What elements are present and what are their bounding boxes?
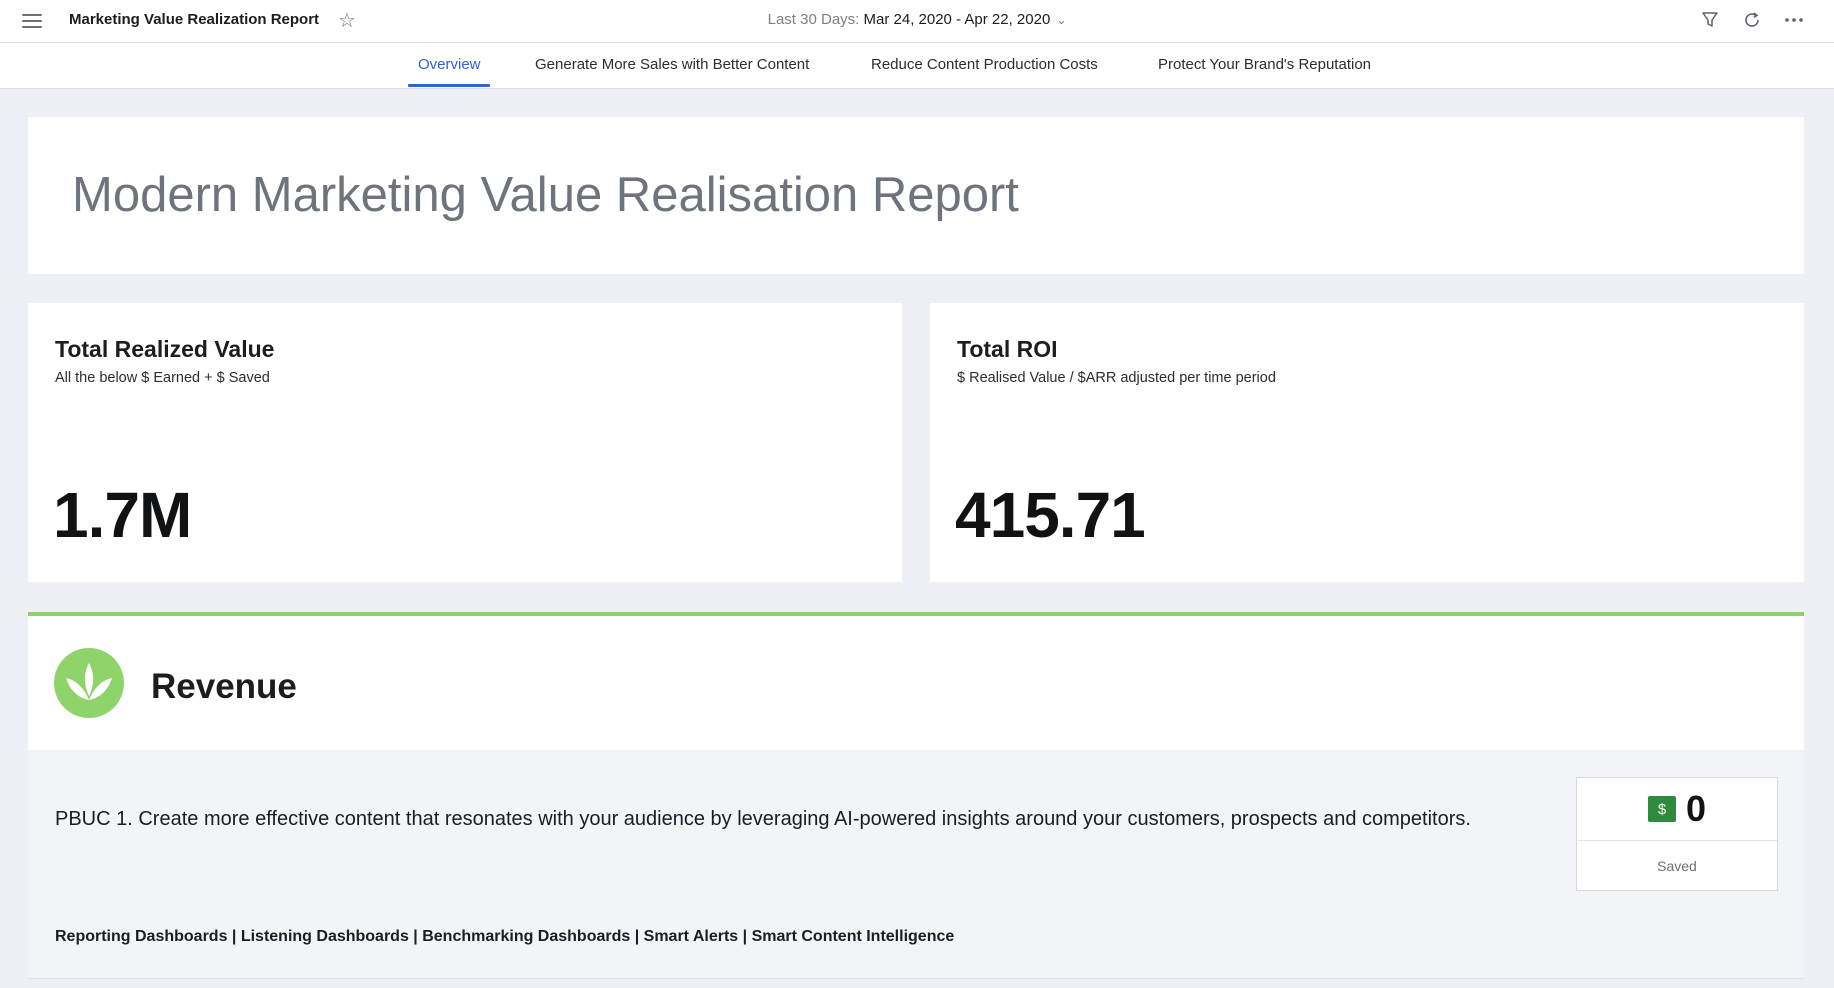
kpi-subtitle: $ Realised Value / $ARR adjusted per tim… <box>957 370 1276 386</box>
kpi-title: Total ROI <box>957 336 1058 362</box>
dollar-icon: $ <box>1647 796 1676 822</box>
tab-bar: Overview Generate More Sales with Better… <box>0 43 1834 89</box>
more-icon[interactable] <box>1784 8 1804 32</box>
tab-protect-brand[interactable]: Protect Your Brand's Reputation <box>1158 56 1371 73</box>
tab-overview[interactable]: Overview <box>418 56 481 73</box>
star-icon[interactable]: ☆ <box>338 8 356 33</box>
refresh-icon[interactable] <box>1742 8 1762 32</box>
page-title: Modern Marketing Value Realisation Repor… <box>72 168 1019 222</box>
section-title: Revenue <box>151 667 297 706</box>
filter-icon[interactable] <box>1700 8 1720 32</box>
top-bar: Marketing Value Realization Report ☆ Las… <box>0 0 1834 43</box>
pbuc-row: PBUC 1. Create more effective content th… <box>28 750 1804 979</box>
date-range-value: Mar 24, 2020 - Apr 22, 2020 <box>863 11 1051 28</box>
hero-card: Modern Marketing Value Realisation Repor… <box>28 117 1804 274</box>
tab-generate-more-sales[interactable]: Generate More Sales with Better Content <box>535 56 809 73</box>
revenue-section-header: Revenue <box>28 612 1804 754</box>
menu-icon[interactable] <box>20 11 44 31</box>
kpi-subtitle: All the below $ Earned + $ Saved <box>55 370 270 386</box>
tab-reduce-content-costs[interactable]: Reduce Content Production Costs <box>871 56 1098 73</box>
kpi-card-total-realized-value: Total Realized Value All the below $ Ear… <box>28 303 902 582</box>
active-tab-indicator <box>408 84 490 87</box>
kpi-value: 415.71 <box>955 479 1146 551</box>
saved-value: 0 <box>1685 788 1707 829</box>
pbuc-description: PBUC 1. Create more effective content th… <box>55 808 1471 830</box>
kpi-title: Total Realized Value <box>55 336 275 362</box>
report-title: Marketing Value Realization Report <box>69 11 320 28</box>
kpi-value: 1.7M <box>53 479 192 551</box>
date-range-prefix: Last 30 Days: <box>767 11 864 28</box>
saved-metric-top: $ 0 <box>1577 778 1777 841</box>
kpi-card-total-roi: Total ROI $ Realised Value / $ARR adjust… <box>930 303 1804 582</box>
top-actions <box>1700 8 1804 32</box>
saved-metric-box: $ 0 Saved <box>1576 777 1778 891</box>
date-range-selector[interactable]: Last 30 Days: Mar 24, 2020 - Apr 22, 202… <box>768 11 1067 28</box>
saved-label: Saved <box>1657 858 1697 874</box>
chevron-down-icon: ⌄ <box>1056 13 1067 27</box>
pbuc-related-dashboards: Reporting Dashboards | Listening Dashboa… <box>55 928 955 945</box>
leaf-logo-icon <box>54 648 124 718</box>
